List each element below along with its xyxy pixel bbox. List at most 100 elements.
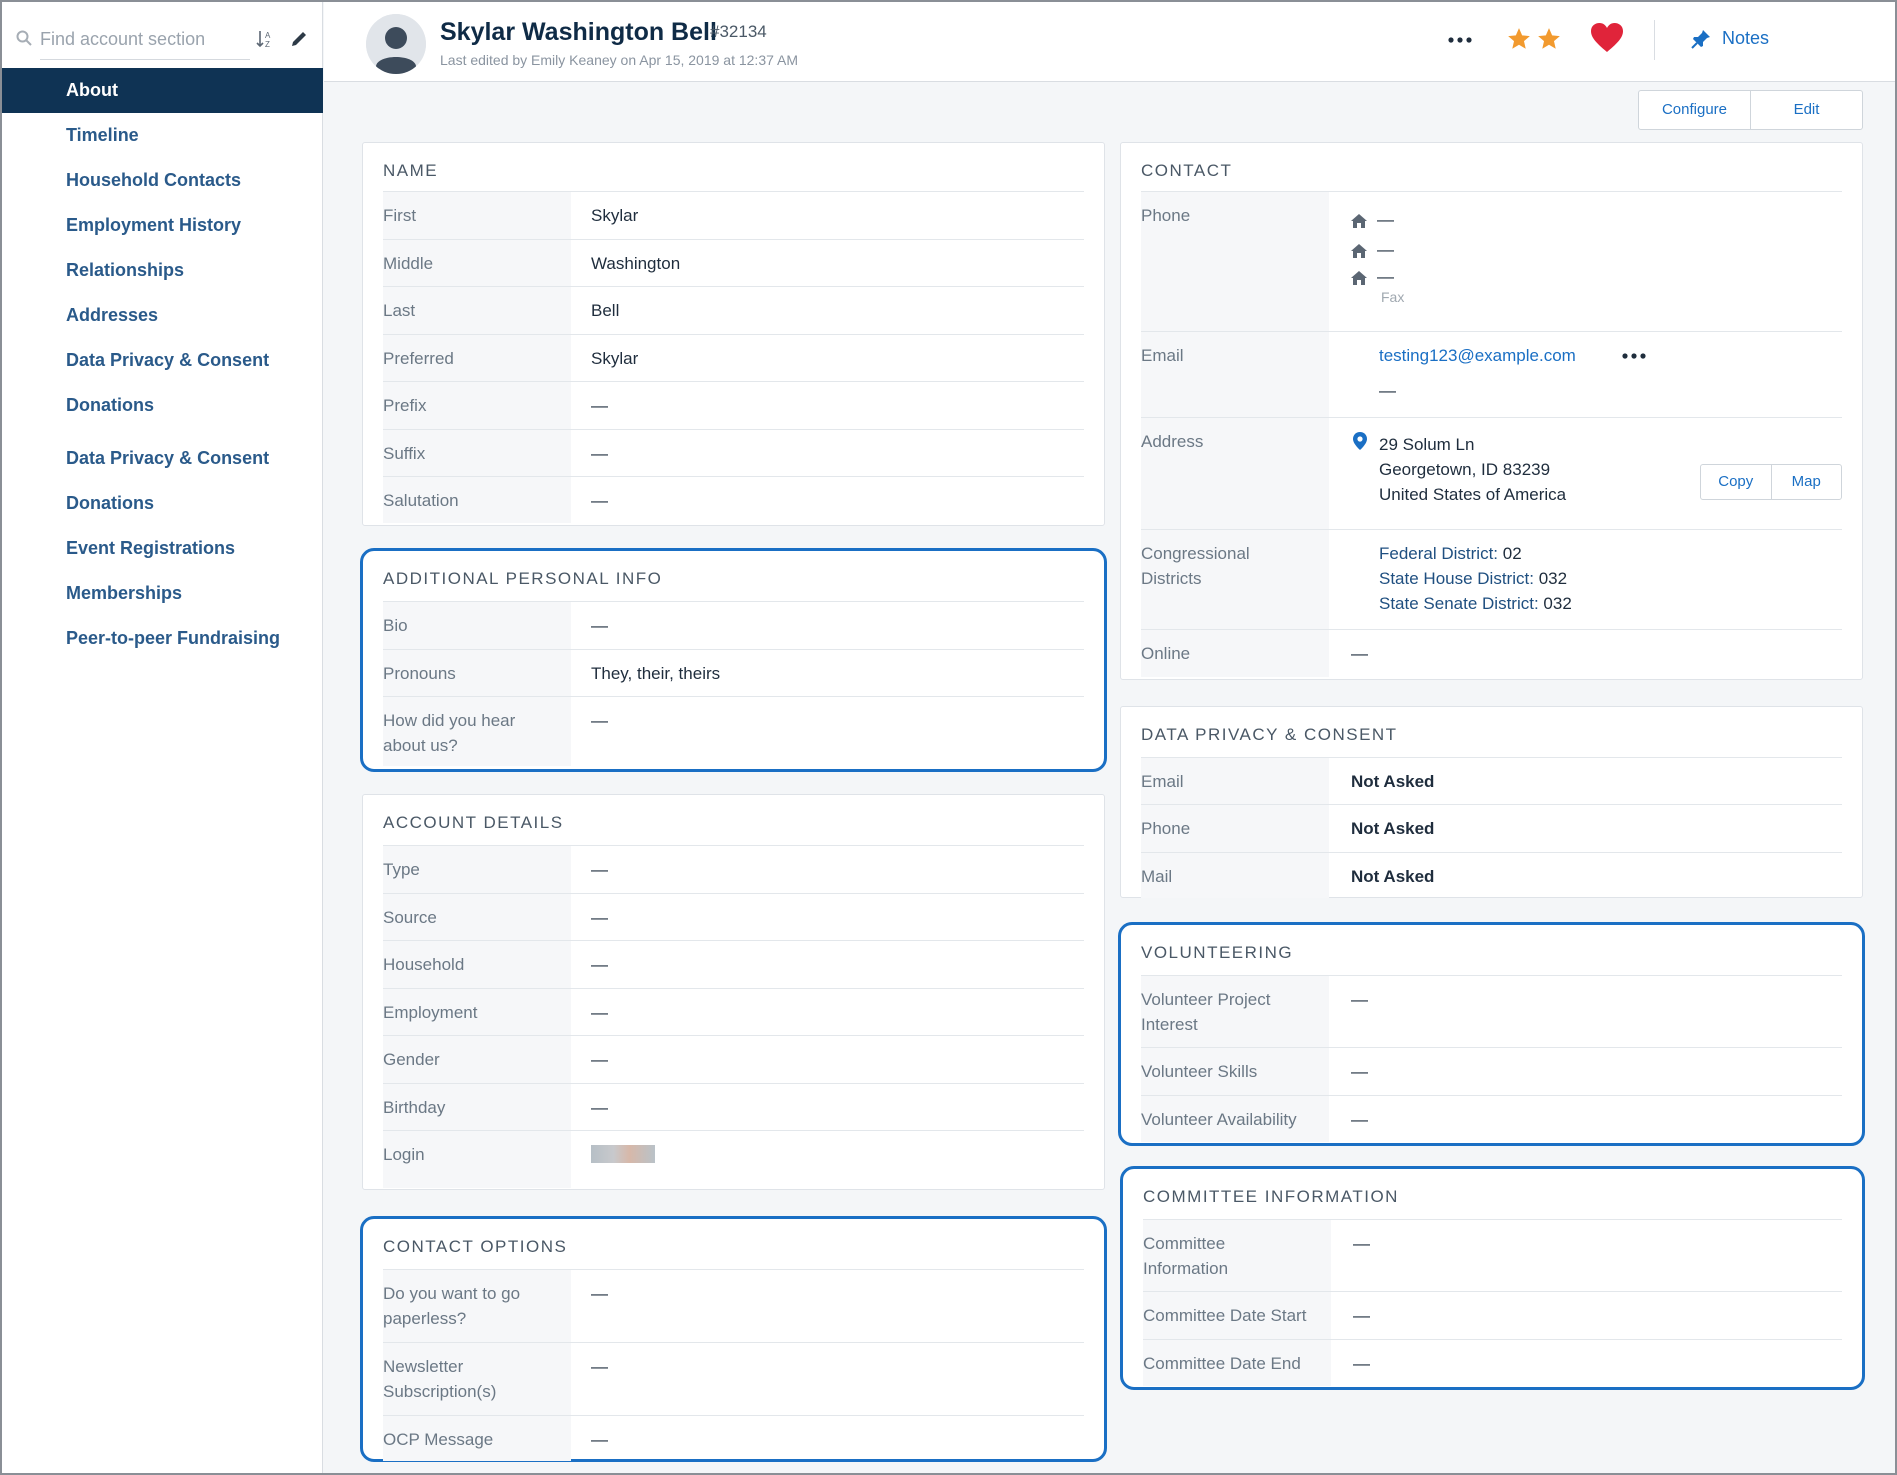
field-row: How did you hear about us? —: [383, 696, 1084, 766]
sidebar-item-household-contacts[interactable]: Household Contacts: [2, 158, 323, 203]
app-frame: A Z About Timeline Household Contacts Em…: [0, 0, 1897, 1475]
field-label: Phone: [1141, 805, 1329, 852]
districts-value: Federal District: 02 State House Distric…: [1379, 541, 1572, 616]
sidebar-item-peer-to-peer[interactable]: Peer-to-peer Fundraising: [2, 616, 323, 661]
email-more-icon[interactable]: [1621, 350, 1647, 362]
personal-rows: Bio — Pronouns They, their, theirs How d…: [383, 601, 1084, 766]
field-label: Committee Date Start: [1143, 1292, 1331, 1339]
nav-gap: [2, 428, 323, 436]
email-row: Email testing123@example.com —: [1141, 331, 1842, 417]
sidebar-item-timeline[interactable]: Timeline: [2, 113, 323, 158]
field-row: Volunteer Availability —: [1141, 1095, 1842, 1142]
sidebar-item-donations-2[interactable]: Donations: [2, 481, 323, 526]
field-label: Prefix: [383, 382, 571, 429]
field-row: Middle Washington: [383, 239, 1084, 286]
sidebar-item-data-privacy[interactable]: Data Privacy & Consent: [2, 338, 323, 383]
field-row: Committee Date End —: [1143, 1339, 1842, 1386]
field-value: —: [591, 1284, 608, 1303]
card-title: ACCOUNT DETAILS: [383, 813, 564, 832]
field-label: Mail: [1141, 853, 1329, 898]
heart-icon[interactable]: [1590, 22, 1624, 54]
phone-entry: —: [1351, 265, 1404, 289]
field-label: Committee Date End: [1143, 1340, 1331, 1386]
district-value: 032: [1538, 569, 1568, 588]
field-row: Gender —: [383, 1035, 1084, 1083]
card-title: CONTACT: [1141, 161, 1233, 180]
field-row: Login: [383, 1130, 1084, 1188]
pencil-icon[interactable]: [288, 28, 310, 50]
field-value: —: [591, 711, 608, 730]
field-value: —: [591, 444, 608, 463]
sidebar-item-relationships[interactable]: Relationships: [2, 248, 323, 293]
sidebar-item-employment-history[interactable]: Employment History: [2, 203, 323, 248]
field-value: Skylar: [591, 349, 639, 368]
field-label: Phone: [1141, 192, 1329, 331]
pin-icon[interactable]: [1690, 28, 1712, 50]
field-value: —: [591, 491, 608, 510]
field-label-line: Do you want to go: [383, 1284, 521, 1303]
field-row: Preferred Skylar: [383, 334, 1084, 381]
sidebar: A Z About Timeline Household Contacts Em…: [2, 2, 323, 1473]
star-icon[interactable]: [1506, 26, 1532, 52]
card-title: CONTACT OPTIONS: [383, 1237, 568, 1256]
more-options-icon[interactable]: [1444, 30, 1476, 50]
field-row: Type —: [383, 845, 1084, 893]
committee-rows: Committee Information — Committee Date S…: [1143, 1219, 1842, 1386]
copy-address-button[interactable]: Copy: [1701, 465, 1771, 499]
state-senate-district: State Senate District: 032: [1379, 591, 1572, 616]
field-row: Salutation —: [383, 476, 1084, 523]
avatar: [366, 14, 426, 74]
last-edited-text: Last edited by Emily Keaney on Apr 15, 2…: [440, 52, 799, 68]
field-value: —: [1351, 990, 1368, 1009]
field-label: Volunteer Skills: [1141, 1048, 1329, 1095]
map-address-button[interactable]: Map: [1770, 465, 1842, 499]
field-label: Email: [1141, 332, 1329, 417]
field-label: Salutation: [383, 477, 571, 523]
phone-value: —: [1377, 240, 1394, 259]
field-value: —: [591, 1098, 608, 1117]
user-avatar-icon: [366, 14, 426, 74]
home-icon: [1351, 213, 1367, 228]
volunteering-card: VOLUNTEERING Volunteer Project Interest …: [1118, 922, 1865, 1146]
field-row: Phone Not Asked: [1141, 804, 1842, 852]
phone-list: — — — Fax: [1351, 205, 1404, 305]
card-title: COMMITTEE INFORMATION: [1143, 1187, 1399, 1206]
address-value: 29 Solum Ln Georgetown, ID 83239 United …: [1379, 432, 1566, 507]
address-row: Address 29 Solum Ln Georgetown, ID 83239…: [1141, 417, 1842, 529]
email-link[interactable]: testing123@example.com: [1379, 346, 1576, 365]
field-label: Source: [383, 894, 571, 940]
field-label: First: [383, 192, 571, 239]
field-row: Prefix —: [383, 381, 1084, 429]
sidebar-item-donations[interactable]: Donations: [2, 383, 323, 428]
edit-button[interactable]: Edit: [1750, 91, 1862, 129]
notes-link[interactable]: Notes: [1722, 28, 1769, 49]
login-redacted: [591, 1145, 655, 1163]
address-actions: Copy Map: [1700, 464, 1842, 500]
field-label-line: Information: [1143, 1259, 1229, 1278]
sidebar-item-about[interactable]: About: [2, 68, 323, 113]
federal-district: Federal District: 02: [1379, 541, 1572, 566]
star-icon[interactable]: [1536, 26, 1562, 52]
search-input[interactable]: [40, 20, 250, 60]
card-title: ADDITIONAL PERSONAL INFO: [383, 569, 663, 588]
district-value: 032: [1543, 594, 1572, 613]
configure-button[interactable]: Configure: [1639, 91, 1750, 129]
sidebar-item-addresses[interactable]: Addresses: [2, 293, 323, 338]
contact-options-card: CONTACT OPTIONS Do you want to go paperl…: [360, 1216, 1107, 1462]
sidebar-item-event-registrations[interactable]: Event Registrations: [2, 526, 323, 571]
card-title: NAME: [383, 161, 439, 180]
sidebar-item-memberships[interactable]: Memberships: [2, 571, 323, 616]
field-label: Suffix: [383, 430, 571, 476]
field-label: Middle: [383, 240, 571, 286]
sort-icon[interactable]: A Z: [254, 28, 276, 50]
field-label: Last: [383, 287, 571, 334]
field-label: Login: [383, 1131, 571, 1188]
field-label-line: Committee: [1143, 1234, 1226, 1253]
field-row: Volunteer Project Interest —: [1141, 975, 1842, 1047]
field-value: —: [591, 860, 608, 879]
field-row: Committee Date Start —: [1143, 1291, 1842, 1339]
email-secondary: —: [1379, 381, 1396, 400]
field-value: —: [591, 955, 608, 974]
field-label: Address: [1141, 418, 1329, 529]
sidebar-item-data-privacy-2[interactable]: Data Privacy & Consent: [2, 436, 323, 481]
